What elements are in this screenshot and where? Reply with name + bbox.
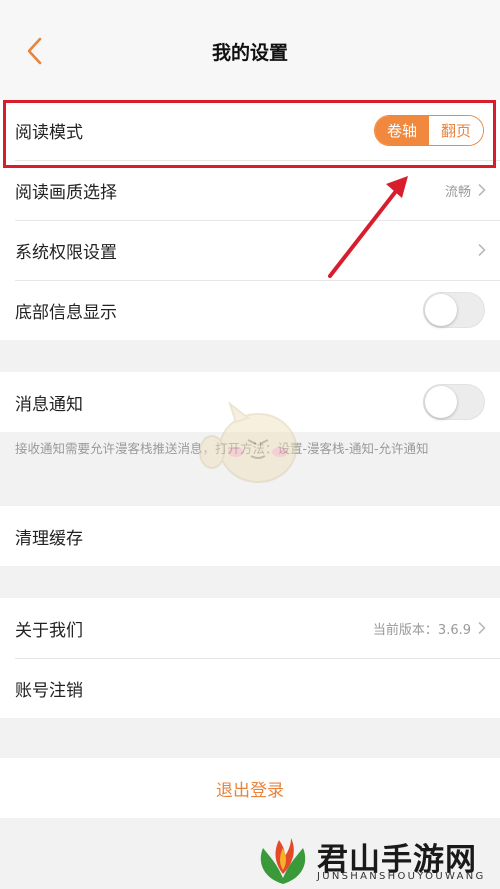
nav-bar: 我的设置 xyxy=(0,0,500,100)
notification-toggle[interactable] xyxy=(423,384,485,420)
logout-button[interactable]: 退出登录 xyxy=(0,758,500,818)
about-row[interactable]: 关于我们 当前版本：3.6.9 xyxy=(0,598,500,658)
about-group: 关于我们 当前版本：3.6.9 账号注销 xyxy=(0,598,500,718)
chevron-right-icon xyxy=(478,183,486,197)
delete-account-label: 账号注销 xyxy=(15,680,83,701)
site-watermark: 君山手游网 JUNSHANSHOUYOUWANG xyxy=(255,830,500,889)
page-title: 我的设置 xyxy=(211,42,288,64)
page-mode-option[interactable]: 翻页 xyxy=(429,115,483,145)
notification-hint: 接收通知需要允许漫客栈推送消息，打开方法：设置-漫客栈-通知-允许通知 xyxy=(15,441,429,456)
about-label: 关于我们 xyxy=(15,620,83,641)
clear-cache-row[interactable]: 清理缓存 xyxy=(0,506,500,566)
delete-account-row[interactable]: 账号注销 xyxy=(0,658,500,718)
notification-row: 消息通知 xyxy=(0,372,500,432)
version-value: 当前版本：3.6.9 xyxy=(372,622,471,638)
watermark-subtitle: JUNSHANSHOUYOUWANG xyxy=(317,871,486,882)
image-quality-value: 流畅 xyxy=(444,184,471,200)
image-quality-row[interactable]: 阅读画质选择 流畅 xyxy=(0,160,500,220)
toggle-knob xyxy=(425,386,457,418)
bottom-info-label: 底部信息显示 xyxy=(15,302,117,323)
reading-mode-label: 阅读模式 xyxy=(15,122,83,143)
section-gap xyxy=(0,566,500,598)
section-gap xyxy=(0,340,500,372)
chevron-right-icon xyxy=(478,243,486,257)
toggle-knob xyxy=(425,294,457,326)
notification-group: 消息通知 xyxy=(0,372,500,432)
image-quality-label: 阅读画质选择 xyxy=(15,182,117,203)
clear-cache-label: 清理缓存 xyxy=(15,528,83,549)
reading-settings-group: 阅读模式 卷轴 翻页 阅读画质选择 流畅 系统权限设置 底部信息显示 xyxy=(0,100,500,340)
bottom-info-row: 底部信息显示 xyxy=(0,280,500,340)
scroll-mode-option[interactable]: 卷轴 xyxy=(375,115,429,145)
bottom-info-toggle[interactable] xyxy=(423,292,485,328)
chevron-right-icon xyxy=(478,621,486,635)
system-permissions-row[interactable]: 系统权限设置 xyxy=(0,220,500,280)
notification-label: 消息通知 xyxy=(15,394,83,415)
reading-mode-segmented-control: 卷轴 翻页 xyxy=(374,114,484,146)
watermark-title: 君山手游网 xyxy=(317,842,477,878)
system-permissions-label: 系统权限设置 xyxy=(15,242,117,263)
reading-mode-row: 阅读模式 卷轴 翻页 xyxy=(0,100,500,160)
section-gap xyxy=(0,718,500,758)
cache-group: 清理缓存 xyxy=(0,506,500,566)
watermark-logo-icon xyxy=(260,838,306,884)
